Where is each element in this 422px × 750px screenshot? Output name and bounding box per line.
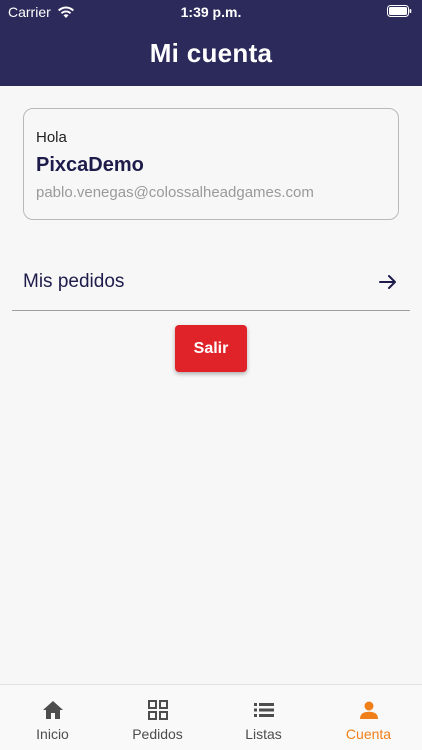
account-card: Hola PixcaDemo pablo.venegas@colossalhea…: [23, 108, 399, 220]
list-icon: [253, 703, 274, 717]
page-title: Mi cuenta: [149, 38, 273, 68]
nav-item-inicio[interactable]: Inicio: [0, 685, 105, 750]
logout-button[interactable]: Salir: [175, 325, 247, 372]
app-header: Carrier 1:39 p.m. Mi cuenta: [0, 0, 422, 86]
nav-label-listas: Listas: [245, 726, 282, 742]
status-time: 1:39 p.m.: [180, 4, 242, 20]
nav-label-cuenta: Cuenta: [345, 726, 392, 742]
person-icon: [359, 701, 378, 719]
my-orders-label: Mis pedidos: [23, 271, 125, 292]
nav-item-listas[interactable]: Listas: [211, 685, 316, 750]
home-icon: [42, 701, 63, 719]
nav-label-pedidos: Pedidos: [132, 726, 183, 742]
arrow-right-icon: [379, 275, 396, 289]
greeting-text: Hola: [36, 129, 67, 146]
nav-item-pedidos[interactable]: Pedidos: [105, 685, 210, 750]
nav-item-cuenta[interactable]: Cuenta: [316, 685, 421, 750]
my-orders-row[interactable]: Mis pedidos: [12, 256, 410, 311]
battery-icon: [387, 5, 412, 17]
username-text: PixcaDemo: [36, 154, 144, 176]
email-text: pablo.venegas@colossalheadgames.com: [36, 184, 314, 201]
status-bar: Carrier 1:39 p.m.: [0, 0, 422, 24]
nav-label-inicio: Inicio: [36, 726, 69, 742]
grid-icon: [147, 700, 168, 720]
bottom-navigation: Inicio Pedidos Listas Cuenta: [0, 684, 422, 750]
